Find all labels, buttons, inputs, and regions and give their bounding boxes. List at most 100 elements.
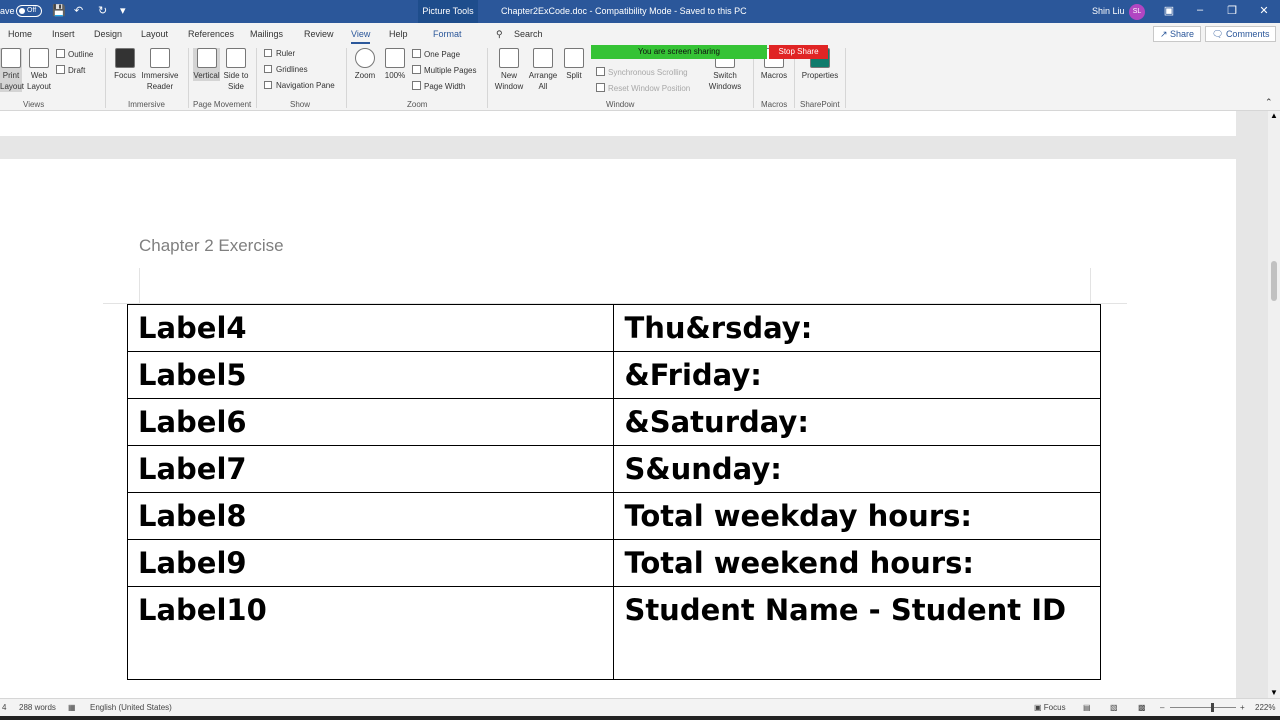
one-page-button[interactable]: One Page xyxy=(412,49,460,59)
tab-help[interactable]: Help xyxy=(389,29,408,39)
tab-review[interactable]: Review xyxy=(304,29,334,39)
tab-mailings[interactable]: Mailings xyxy=(250,29,283,39)
table-cell[interactable]: Label6 xyxy=(126,398,615,446)
zoom-out-icon[interactable]: – xyxy=(1160,703,1164,712)
table-cell[interactable]: Label5 xyxy=(126,351,615,399)
print-layout-label: Print Layout xyxy=(0,71,25,91)
focus-button[interactable]: Focus xyxy=(112,48,138,81)
table-row: Label9 Total weekend hours: xyxy=(126,539,1101,587)
read-mode-icon[interactable]: ▤ xyxy=(1083,703,1091,712)
tab-design[interactable]: Design xyxy=(94,29,122,39)
header-area[interactable] xyxy=(139,268,1091,303)
document-area[interactable]: Chapter 2 Exercise Label4 Thu&rsday: Lab… xyxy=(0,111,1268,698)
immersive-reader-button[interactable]: Immersive Reader xyxy=(140,48,180,92)
group-zoom: Zoom xyxy=(407,100,428,109)
table-cell[interactable]: Total weekday hours: xyxy=(613,492,1101,540)
scrollbar-thumb[interactable] xyxy=(1271,261,1277,301)
zoom-level[interactable]: 222% xyxy=(1255,703,1275,712)
autosave-toggle[interactable]: Off xyxy=(16,5,42,17)
table-cell[interactable]: Thu&rsday: xyxy=(613,304,1101,352)
ruler-checkbox[interactable]: Ruler xyxy=(264,49,295,58)
reset-position-label: Reset Window Position xyxy=(608,84,691,93)
picture-tools-label: Picture Tools xyxy=(418,0,478,23)
restore-icon[interactable]: ❐ xyxy=(1222,4,1242,17)
arrange-all-button[interactable]: Arrange All xyxy=(527,48,559,92)
table-cell[interactable]: &Friday: xyxy=(613,351,1101,399)
tab-references[interactable]: References xyxy=(188,29,234,39)
tab-layout[interactable]: Layout xyxy=(141,29,168,39)
close-icon[interactable]: ✕ xyxy=(1254,4,1274,17)
customize-qat-icon[interactable]: ▾ xyxy=(120,4,126,17)
table-cell[interactable]: S&unday: xyxy=(613,445,1101,493)
table-cell[interactable]: Label8 xyxy=(126,492,615,540)
synchronous-scrolling-button[interactable]: Synchronous Scrolling xyxy=(596,67,688,77)
checkbox-icon xyxy=(264,81,272,89)
web-layout-button[interactable]: Web Layout xyxy=(27,48,51,92)
search-icon[interactable]: ⚲ xyxy=(496,29,503,40)
page-heading[interactable]: Chapter 2 Exercise xyxy=(139,236,284,256)
outline-button[interactable]: Outline xyxy=(56,49,93,59)
search-box[interactable]: Search xyxy=(514,29,543,39)
proofing-icon[interactable]: ▦ xyxy=(68,703,76,712)
zoom-100-button[interactable]: 100% xyxy=(383,48,407,81)
focus-mode-button[interactable]: ▣ Focus xyxy=(1034,703,1066,712)
page-width-button[interactable]: Page Width xyxy=(412,81,465,91)
undo-icon[interactable]: ↶ xyxy=(74,4,83,17)
save-icon[interactable]: 💾 xyxy=(52,4,66,17)
language-indicator[interactable]: English (United States) xyxy=(90,703,172,712)
ribbon-display-icon[interactable]: ▣ xyxy=(1159,4,1179,17)
multiple-pages-button[interactable]: Multiple Pages xyxy=(412,65,476,75)
split-icon xyxy=(564,48,584,68)
stop-share-button[interactable]: Stop Share xyxy=(769,45,828,59)
side-to-side-button[interactable]: Side to Side xyxy=(222,48,250,92)
table-cell[interactable]: Label7 xyxy=(126,445,615,493)
group-page-movement: Page Movement xyxy=(193,100,252,109)
table-cell[interactable]: Total weekend hours: xyxy=(613,539,1101,587)
data-table[interactable]: Label4 Thu&rsday: Label5 &Friday: Label6… xyxy=(126,304,1101,680)
table-cell[interactable]: Label4 xyxy=(126,304,615,352)
word-count[interactable]: 288 words xyxy=(19,703,56,712)
zoom-slider-knob[interactable] xyxy=(1211,703,1214,712)
zoom-slider[interactable] xyxy=(1170,703,1236,712)
table-cell[interactable]: &Saturday: xyxy=(613,398,1101,446)
table-cell[interactable]: Label9 xyxy=(126,539,615,587)
collapse-ribbon-icon[interactable]: ⌃ xyxy=(1265,97,1273,108)
vertical-scrollbar[interactable]: ▲ ▼ xyxy=(1268,111,1280,698)
draft-button[interactable]: Draft xyxy=(56,65,85,75)
comments-label: Comments xyxy=(1225,29,1270,39)
tab-view[interactable]: View xyxy=(351,29,371,44)
table-cell[interactable]: Student Name - Student ID xyxy=(613,586,1101,680)
scroll-up-icon[interactable]: ▲ xyxy=(1270,111,1278,120)
comments-button[interactable]: 🗨 Comments xyxy=(1205,26,1277,42)
multiple-pages-label: Multiple Pages xyxy=(424,66,477,75)
table-row: Label4 Thu&rsday: xyxy=(126,304,1101,352)
table-cell[interactable]: Label10 xyxy=(126,586,615,680)
avatar[interactable]: SL xyxy=(1129,4,1145,20)
scroll-down-icon[interactable]: ▼ xyxy=(1270,688,1278,697)
zoom-button[interactable]: Zoom xyxy=(353,48,377,81)
navigation-pane-checkbox[interactable]: Navigation Pane xyxy=(264,81,335,90)
share-button[interactable]: ↗ Share xyxy=(1153,26,1202,42)
web-layout-view-icon[interactable]: ▩ xyxy=(1138,703,1146,712)
zoom-in-icon[interactable]: + xyxy=(1240,703,1245,712)
tab-home[interactable]: Home xyxy=(8,29,32,39)
split-button[interactable]: Split xyxy=(562,48,586,81)
new-window-button[interactable]: New Window xyxy=(494,48,524,92)
minimize-icon[interactable]: – xyxy=(1190,4,1210,16)
document-page[interactable]: Chapter 2 Exercise Label4 Thu&rsday: Lab… xyxy=(0,159,1236,698)
focus-mode-label: Focus xyxy=(1043,703,1066,712)
reset-window-position-button[interactable]: Reset Window Position xyxy=(596,83,690,93)
gridlines-checkbox[interactable]: Gridlines xyxy=(264,65,308,74)
redo-icon[interactable]: ↻ xyxy=(98,4,107,17)
print-layout-button[interactable]: Print Layout xyxy=(0,48,25,92)
vertical-button[interactable]: Vertical xyxy=(193,48,220,81)
user-name[interactable]: Shin Liu xyxy=(1092,6,1125,16)
separator xyxy=(487,48,488,108)
tab-insert[interactable]: Insert xyxy=(52,29,75,39)
page-indicator[interactable]: 4 xyxy=(2,703,6,712)
tab-format[interactable]: Format xyxy=(433,29,462,39)
outline-icon xyxy=(56,49,65,58)
zoom-label: Zoom xyxy=(354,71,376,80)
print-layout-view-icon[interactable]: ▧ xyxy=(1110,703,1118,712)
document-title: Chapter2ExCode.doc - Compatibility Mode … xyxy=(501,6,747,16)
